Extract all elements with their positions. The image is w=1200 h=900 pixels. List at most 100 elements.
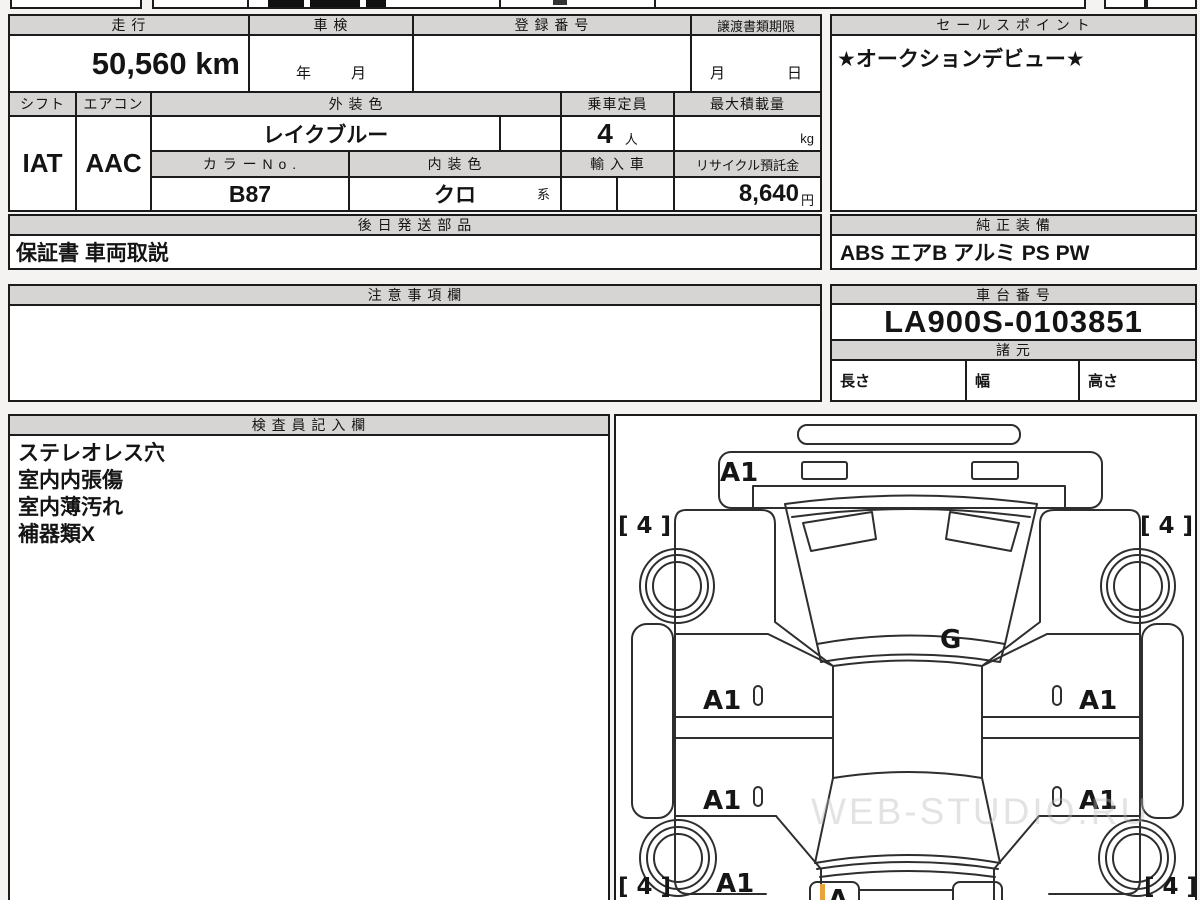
max-load-value: kg [673,115,822,152]
top-cut-cell-1 [10,0,142,9]
mileage-header: 走 行 [8,14,250,36]
shift-header: シフト [8,91,77,117]
damage-diagram-panel: A1 A1 A1 A1 A1 A1 G A [ 4 ] [ 4 ] [ 4 ] … [614,414,1197,900]
tire-depth-front-left: [ 4 ] [618,513,671,539]
import-value-cell-1 [560,176,618,212]
front-bumper-step-line [752,485,1066,509]
recycle-deposit-value: 8,640 円 [673,176,822,212]
top-cut-text-fragment [268,0,304,7]
damage-mark-rear: A [828,885,848,900]
damage-mark-front: A1 [720,458,758,488]
color-no-header: カ ラ ー N o . [150,150,350,178]
specs-header: 諸 元 [830,339,1197,361]
equipment-header: 純 正 装 備 [830,214,1197,236]
spec-height-cell: 高さ [1078,359,1197,402]
recycle-deposit-header: リサイクル預託金 [673,150,822,178]
auction-sheet: 走 行 車 検 登 録 番 号 譲渡書類期限 50,560 km 年 月 月 日… [0,0,1200,900]
inspector-line: 室内薄汚れ [18,496,123,519]
aircon-header: エアコン [75,91,152,117]
inspector-body: ステレオレス穴 室内内張傷 室内薄汚れ 補器類X [8,434,610,900]
damage-mark-glass: G [940,625,961,655]
capacity-number: 4 [597,117,613,149]
inspector-line: 補器類X [18,523,96,546]
registration-header: 登 録 番 号 [412,14,692,36]
max-load-header: 最大積載量 [673,91,822,117]
top-cut-text-fragment [366,0,386,7]
door-handle-fr [1052,685,1062,706]
import-header: 輸 入 車 [560,150,675,178]
recycle-unit: 円 [800,192,814,208]
top-cut-cell-4 [1104,0,1146,9]
import-value-cell-2 [616,176,675,212]
roof-strip-shape [797,424,1021,445]
damage-mark-door-fr: A1 [1079,686,1117,716]
wheel-front-left [639,548,715,624]
top-cut-cell-2 [152,0,656,9]
interior-color-header: 内 装 色 [348,150,562,178]
fender-front-left-shape [674,509,834,667]
wheel-front-right [1100,548,1176,624]
notes-header: 注 意 事 項 欄 [8,284,822,306]
headlight-right-shape [971,461,1019,480]
top-cut-divider-1 [247,0,249,7]
rear-bumper-center-shape [858,889,954,900]
inspection-header: 車 検 [248,14,414,36]
rocker-left-shape [631,623,674,819]
rocker-right-shape [1141,623,1184,819]
top-cut-text-fragment [553,0,567,5]
registration-value [412,34,692,93]
shift-value: IAT [8,115,77,212]
inspection-value: 年 月 [248,34,414,93]
cowl-band [816,643,1006,663]
chassis-value: LA900S-0103851 [830,303,1197,341]
top-cut-text-fragment [310,0,360,7]
inspection-year-suffix: 年 [295,65,311,82]
later-parts-header: 後 日 発 送 部 品 [8,214,822,236]
damage-mark-door-fl: A1 [703,686,741,716]
spec-width-cell: 幅 [965,359,1080,402]
spec-length-cell: 長さ [830,359,967,402]
door-handle-rl [753,786,763,807]
tire-depth-rear-left: [ 4 ] [618,874,671,900]
inspector-line: ステレオレス穴 [18,442,165,465]
inspector-header: 検 査 員 記 入 欄 [8,414,610,436]
mileage-value: 50,560 km [8,34,250,93]
interior-color-name: クロ [434,184,476,207]
chassis-header: 車 台 番 号 [830,284,1197,305]
rear-highlight-mark [820,884,825,900]
watermark: WEB-STUDIO.RU [811,791,1151,832]
interior-color-suffix: 系 [536,187,550,202]
windshield-inner-arc [791,508,1031,518]
cabin-shape [832,659,983,779]
sales-point-body: ★オークションデビュー★ [830,34,1197,212]
equipment-value: ABS エアB アルミ PS PW [830,234,1197,270]
color-no-value: B87 [150,176,350,212]
notes-body [8,304,822,402]
interior-color-value: クロ 系 [348,176,562,212]
wiper-left-shape [802,511,877,552]
sales-point-text: ★オークションデビュー★ [837,48,1085,71]
recycle-amount: 8,640 [738,180,799,207]
tire-depth-rear-right: [ 4 ] [1144,874,1195,900]
inspection-month-suffix: 月 [350,65,366,82]
aircon-value: AAC [75,115,152,212]
damage-mark-door-rl: A1 [703,786,741,816]
windshield-shape [784,494,1038,645]
capacity-value: 4 人 [560,115,675,152]
inspector-line: 室内内張傷 [18,469,123,492]
exterior-color-value: レイクブルー [150,115,501,152]
tire-depth-front-right: [ 4 ] [1140,513,1193,539]
top-cut-cell-3 [654,0,1086,9]
top-cut-divider-2 [499,0,501,7]
damage-mark-quarter-rl: A1 [716,869,754,899]
transfer-month-suffix: 月 [710,65,726,82]
sales-point-header: セ ー ル ス ポ イ ン ト [830,14,1197,36]
capacity-header: 乗車定員 [560,91,675,117]
door-handle-fl [753,685,763,706]
headlight-left-shape [801,461,848,480]
front-bumper-shape [718,451,1103,509]
capacity-unit: 人 [624,132,638,147]
top-cut-cell-5 [1146,0,1197,9]
transfer-deadline-value: 月 日 [690,34,822,93]
exterior-color-header: 外 装 色 [150,91,562,117]
